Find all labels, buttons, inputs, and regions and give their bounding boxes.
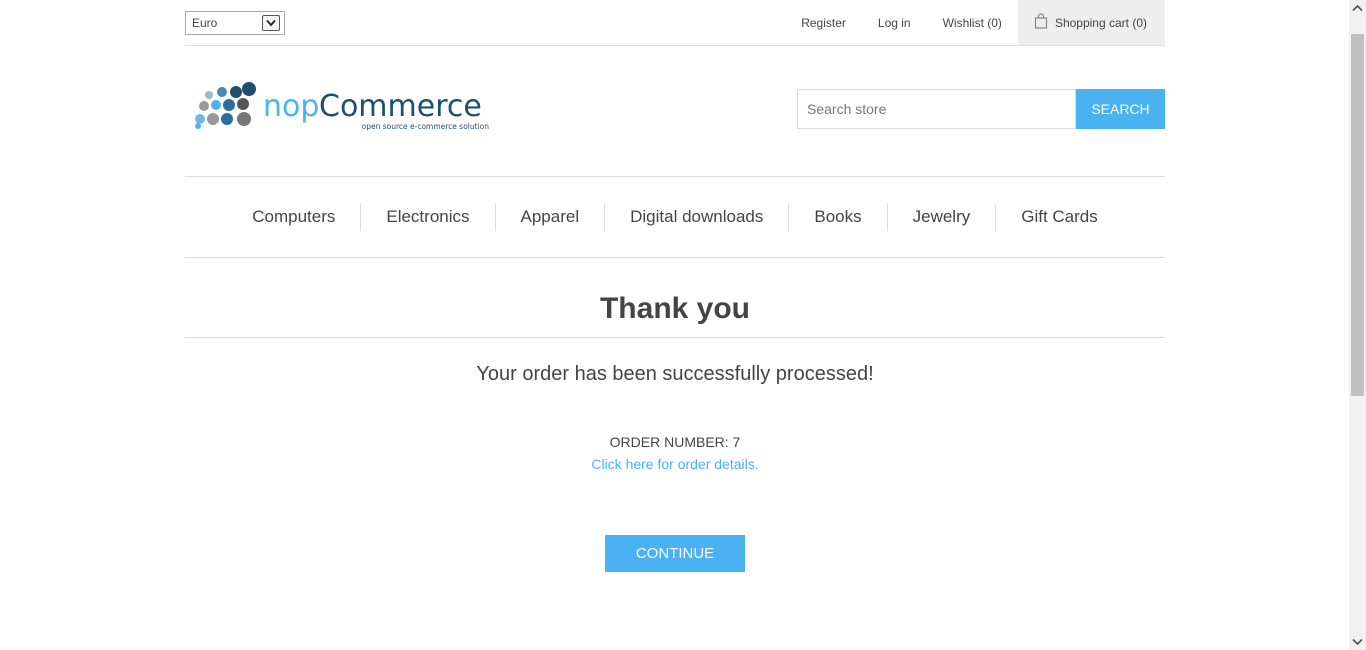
shopping-bag-icon xyxy=(1034,13,1048,32)
menu-item-gift-cards[interactable]: Gift Cards xyxy=(995,203,1123,231)
shopping-cart-link[interactable]: Shopping cart (0) xyxy=(1017,0,1165,45)
register-link[interactable]: Register xyxy=(785,16,862,30)
menu-item-electronics[interactable]: Electronics xyxy=(360,203,494,231)
menu-item-jewelry[interactable]: Jewelry xyxy=(886,203,996,231)
page-container: Euro Register Log in Wishlist (0) Shoppi… xyxy=(185,0,1165,572)
search-button[interactable]: SEARCH xyxy=(1076,89,1165,129)
store-logo[interactable]: nop Commerce open source e-commerce solu… xyxy=(189,82,489,143)
currency-value: Euro xyxy=(192,16,218,30)
success-message: Your order has been successfully process… xyxy=(476,363,874,385)
logo-dots-icon xyxy=(195,82,256,129)
menu-item-books[interactable]: Books xyxy=(788,203,886,231)
wishlist-link[interactable]: Wishlist (0) xyxy=(927,16,1018,30)
scroll-down-arrow-icon[interactable] xyxy=(1349,633,1366,650)
login-link[interactable]: Log in xyxy=(862,16,927,30)
logo-text-commerce: Commerce xyxy=(319,89,482,124)
scrollbar-thumb[interactable] xyxy=(1351,34,1364,396)
currency-select[interactable]: Euro xyxy=(185,11,285,35)
header-lower: nop Commerce open source e-commerce solu… xyxy=(185,46,1165,176)
page-title-wrap: Thank you xyxy=(185,258,1165,338)
continue-button[interactable]: CONTINUE xyxy=(605,535,745,572)
menu-item-computers[interactable]: Computers xyxy=(227,203,360,231)
shopping-cart-label: Shopping cart (0) xyxy=(1054,15,1147,30)
search-box: SEARCH xyxy=(797,89,1165,129)
header-upper: Euro Register Log in Wishlist (0) Shoppi… xyxy=(185,0,1165,46)
chevron-down-icon xyxy=(262,15,280,31)
header-links: Register Log in Wishlist (0) Shopping ca… xyxy=(785,0,1165,45)
scrollbar[interactable] xyxy=(1349,0,1366,650)
search-input[interactable] xyxy=(797,89,1076,129)
scroll-up-arrow-icon[interactable] xyxy=(1349,0,1366,17)
page-title: Thank you xyxy=(599,292,750,325)
order-details-link[interactable]: Click here for order details. xyxy=(185,456,1165,472)
continue-wrap: CONTINUE xyxy=(185,535,1165,572)
logo-tagline: open source e-commerce solution xyxy=(362,122,489,131)
top-menu: Computers Electronics Apparel Digital do… xyxy=(185,176,1165,258)
logo-text-nop: nop xyxy=(263,89,319,124)
order-number: ORDER NUMBER: 7 xyxy=(609,434,741,450)
menu-item-apparel[interactable]: Apparel xyxy=(494,203,605,231)
menu-item-digital-downloads[interactable]: Digital downloads xyxy=(604,203,788,231)
